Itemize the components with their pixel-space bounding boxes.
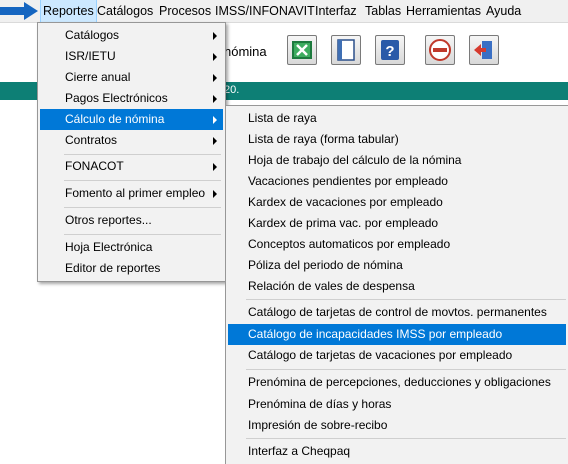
submenu-arrow-icon bbox=[213, 190, 217, 198]
reportes-item-contratos[interactable]: Contratos bbox=[40, 130, 223, 151]
submenu-item-lista-de-raya-tabular[interactable]: Lista de raya (forma tabular) bbox=[228, 129, 566, 150]
submenu-arrow-icon bbox=[213, 137, 217, 145]
menu-item-label: Editor de reportes bbox=[65, 261, 161, 275]
menu-catalogos[interactable]: Catálogos bbox=[95, 0, 155, 22]
submenu-arrow-icon bbox=[213, 53, 217, 61]
submenu-item-vacaciones-pendientes[interactable]: Vacaciones pendientes por empleado bbox=[228, 171, 566, 192]
submenu-arrow-icon bbox=[213, 32, 217, 40]
reportes-item-hoja-electronica[interactable]: Hoja Electrónica bbox=[40, 237, 223, 258]
submenu-item-kardex-vacaciones[interactable]: Kardex de vacaciones por empleado bbox=[228, 192, 566, 213]
submenu-item-catalogo-incapacidades-imss[interactable]: Catálogo de incapacidades IMSS por emple… bbox=[228, 324, 566, 345]
menu-separator bbox=[64, 154, 221, 155]
submenu-item-poliza-del-periodo[interactable]: Póliza del periodo de nómina bbox=[228, 255, 566, 276]
menu-item-label: Pagos Electrónicos bbox=[65, 91, 168, 105]
menu-procesos[interactable]: Procesos bbox=[157, 0, 213, 22]
submenu-arrow-icon bbox=[213, 74, 217, 82]
toolbar-label: nómina bbox=[224, 44, 267, 59]
menu-separator bbox=[64, 234, 221, 235]
menu-separator bbox=[246, 438, 566, 439]
menu-item-label: Catálogos bbox=[65, 28, 120, 42]
menu-item-label: Otros reportes... bbox=[65, 213, 152, 227]
reportes-menu: Catálogos ISR/IETU Cierre anual Pagos El… bbox=[37, 22, 226, 282]
stamp-icon bbox=[429, 39, 451, 61]
reportes-item-editor-de-reportes[interactable]: Editor de reportes bbox=[40, 258, 223, 279]
submenu-item-hoja-de-trabajo[interactable]: Hoja de trabajo del cálculo de la nómina bbox=[228, 150, 566, 171]
menu-item-label: Fomento al primer empleo bbox=[65, 186, 206, 200]
reportes-item-isr-ietu[interactable]: ISR/IETU bbox=[40, 46, 223, 67]
submenu-arrow-icon bbox=[213, 116, 217, 124]
menu-separator bbox=[64, 180, 221, 181]
stamp-button[interactable] bbox=[425, 35, 455, 65]
help-button[interactable]: ? bbox=[375, 35, 405, 65]
submenu-item-kardex-prima-vac[interactable]: Kardex de prima vac. por empleado bbox=[228, 213, 566, 234]
menu-separator bbox=[64, 207, 221, 208]
exit-button[interactable] bbox=[469, 35, 499, 65]
submenu-item-prenomina-percepciones[interactable]: Prenómina de percepciones, deducciones y… bbox=[228, 372, 566, 393]
exit-icon bbox=[474, 41, 492, 59]
submenu-item-interfaz-cheqpaq[interactable]: Interfaz a Cheqpaq bbox=[228, 441, 566, 462]
reportes-item-cierre-anual[interactable]: Cierre anual bbox=[40, 67, 223, 88]
submenu-item-lista-de-raya[interactable]: Lista de raya bbox=[228, 108, 566, 129]
menu-separator bbox=[246, 369, 566, 370]
menu-tablas[interactable]: Tablas bbox=[363, 0, 403, 22]
status-bar-text: 20. bbox=[224, 84, 240, 96]
menu-bar: Reportes Catálogos Procesos IMSS/INFONAV… bbox=[0, 0, 568, 23]
window-button[interactable] bbox=[331, 35, 361, 65]
reportes-item-pagos-electronicos[interactable]: Pagos Electrónicos bbox=[40, 88, 223, 109]
submenu-item-conceptos-automaticos[interactable]: Conceptos automaticos por empleado bbox=[228, 234, 566, 255]
menu-item-label: Cierre anual bbox=[65, 70, 131, 84]
menu-interfaz[interactable]: Interfaz bbox=[313, 0, 359, 22]
excel-icon bbox=[292, 41, 312, 59]
submenu-item-relacion-vales-despensa[interactable]: Relación de vales de despensa bbox=[228, 276, 566, 297]
menu-item-label: FONACOT bbox=[65, 159, 124, 173]
menu-item-label: Hoja Electrónica bbox=[65, 240, 153, 254]
submenu-arrow-icon bbox=[213, 163, 217, 171]
excel-button[interactable] bbox=[287, 35, 317, 65]
reportes-item-catalogos[interactable]: Catálogos bbox=[40, 25, 223, 46]
menu-imss-infonavit[interactable]: IMSS/INFONAVIT bbox=[213, 0, 317, 22]
submenu-arrow-icon bbox=[213, 95, 217, 103]
reportes-item-fomento-primer-empleo[interactable]: Fomento al primer empleo bbox=[40, 183, 223, 204]
menu-item-label: Contratos bbox=[65, 133, 118, 147]
menu-separator bbox=[246, 299, 566, 300]
svg-text:?: ? bbox=[385, 43, 394, 60]
help-icon: ? bbox=[381, 40, 399, 60]
reportes-item-calculo-de-nomina[interactable]: Cálculo de nómina bbox=[40, 109, 223, 130]
calculo-de-nomina-submenu: Lista de raya Lista de raya (forma tabul… bbox=[225, 105, 568, 464]
pointer-arrow-icon bbox=[0, 2, 38, 20]
menu-herramientas[interactable]: Herramientas bbox=[404, 0, 483, 22]
menu-item-label: ISR/IETU bbox=[65, 49, 116, 63]
submenu-item-prenomina-dias-horas[interactable]: Prenómina de días y horas bbox=[228, 394, 566, 415]
submenu-item-impresion-sobre-recibo[interactable]: Impresión de sobre-recibo bbox=[228, 415, 566, 436]
submenu-item-catalogo-tarjetas-control[interactable]: Catálogo de tarjetas de control de movto… bbox=[228, 302, 566, 323]
submenu-item-catalogo-tarjetas-vacaciones[interactable]: Catálogo de tarjetas de vacaciones por e… bbox=[228, 345, 566, 366]
menu-item-label: Cálculo de nómina bbox=[65, 112, 165, 126]
menu-ayuda[interactable]: Ayuda bbox=[484, 0, 523, 22]
reportes-item-otros-reportes[interactable]: Otros reportes... bbox=[40, 210, 223, 231]
menu-reportes[interactable]: Reportes bbox=[40, 0, 97, 23]
reportes-item-fonacot[interactable]: FONACOT bbox=[40, 156, 223, 177]
window-icon bbox=[337, 39, 355, 61]
